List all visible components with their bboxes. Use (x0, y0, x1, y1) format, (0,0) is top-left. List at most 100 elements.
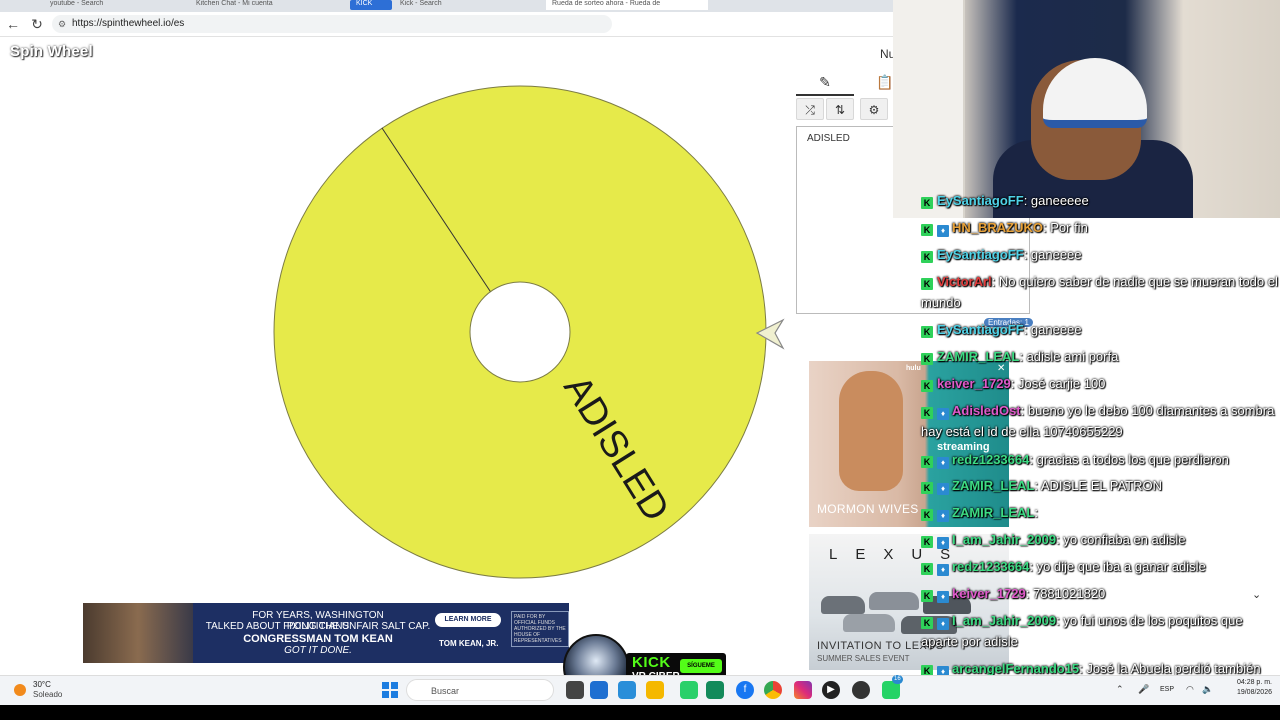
back-icon[interactable]: ← (4, 15, 22, 33)
spin-wheel[interactable]: ADISLED (270, 80, 770, 585)
instagram-icon[interactable] (794, 681, 812, 699)
wheel-pointer (755, 318, 785, 350)
chat-text: : ganeeeee (1023, 193, 1089, 208)
volume-icon[interactable]: 🔈 (1202, 684, 1213, 695)
chat-message: K ♦ ZAMIR_LEAL: ADISLE EL PATRON (921, 475, 1280, 496)
ad-photo (839, 371, 903, 491)
kick-badge-icon: K (921, 590, 933, 602)
folder-icon[interactable] (646, 681, 664, 699)
chat-username[interactable]: keiver_1729 (937, 376, 1011, 391)
ad-subheadline: SUMMER SALES EVENT (817, 654, 910, 663)
taskbar-search[interactable]: Buscar (406, 679, 554, 701)
input-language[interactable]: ESP (1160, 686, 1174, 693)
chat-username[interactable]: arcangelFernando15 (952, 661, 1079, 676)
kick-badge-icon: K (921, 509, 933, 521)
banner-line: GOT IT DONE. (284, 645, 352, 656)
sort-button[interactable]: ⇅ (826, 98, 854, 120)
kick-badge-icon: K (921, 251, 933, 263)
facebook-icon[interactable]: f (736, 681, 754, 699)
chat-message: K ♦ keiver_1729: 7881021820 (921, 583, 1280, 604)
kick-badge-icon: K (921, 278, 933, 290)
wheel-center[interactable] (469, 281, 571, 383)
chat-username[interactable]: keiver_1729 (952, 586, 1026, 601)
chat-username[interactable]: I_am_Jahir_2009 (952, 613, 1056, 628)
clock-time[interactable]: 04:28 p. m. (1226, 679, 1272, 686)
microphone-icon[interactable]: 🎤 (1138, 684, 1149, 695)
chat-username[interactable]: EySantiagoFF (937, 322, 1024, 337)
app-icon[interactable] (566, 681, 584, 699)
obs-icon[interactable] (852, 681, 870, 699)
chat-text: : yo confiaba en adisle (1056, 532, 1186, 547)
chat-username[interactable]: I_am_Jahir_2009 (952, 532, 1056, 547)
learn-more-button[interactable]: LEARN MORE (435, 613, 501, 627)
chat-text: : (1034, 505, 1038, 520)
banner-ad[interactable]: FOR YEARS, WASHINGTON POLITICIANS TALKED… (83, 603, 569, 663)
kick-badge-icon: K (921, 224, 933, 236)
editor-tabs: ✎ 📋 (796, 70, 896, 96)
site-info-icon[interactable]: ⚙ (58, 15, 66, 33)
chat-username[interactable]: redz1233664 (952, 452, 1029, 467)
chat-text: : Por fin (1043, 220, 1088, 235)
chat-message: K EySantiagoFF: ganeeeee (921, 190, 1280, 211)
chat-username[interactable]: EySantiagoFF (937, 193, 1024, 208)
kick-badge-icon: K (921, 536, 933, 548)
chat-username[interactable]: HN_BRAZUKO (952, 220, 1043, 235)
chrome-icon[interactable] (764, 681, 782, 699)
edge-icon[interactable] (618, 681, 636, 699)
chat-username[interactable]: ZAMIR_LEAL (937, 349, 1019, 364)
chevron-down-icon[interactable]: ⌄ (1252, 588, 1261, 601)
kick-badge-icon: K (921, 353, 933, 365)
banner-disclaimer: PAID FOR BY OFFICIAL FUNDS AUTHORIZED BY… (511, 611, 569, 647)
kick-badge-icon: K (921, 407, 933, 419)
reload-icon[interactable]: ↻ (28, 15, 46, 33)
tab-entries[interactable]: ✎ (796, 70, 854, 96)
screen-border (0, 705, 1280, 720)
chat-text: : yo dije que iba a ganar adisle (1029, 559, 1206, 574)
kick-badge-icon: K (921, 456, 933, 468)
chat-username[interactable]: ZAMIR_LEAL (952, 505, 1034, 520)
chat-username[interactable]: EySantiagoFF (937, 247, 1024, 262)
clock-date[interactable]: 19/08/2026 (1226, 689, 1272, 696)
banner-brand: TOM KEAN, JR. (439, 639, 499, 648)
app-icon[interactable] (706, 681, 724, 699)
browser-tab[interactable]: KICK (350, 0, 392, 10)
chat-message: Kkeiver_1729: José carjie 100 (921, 373, 1280, 394)
chat-username[interactable]: redz1233664 (952, 559, 1029, 574)
windows-start-icon[interactable] (382, 682, 398, 698)
wifi-icon[interactable]: ◠ (1186, 684, 1194, 695)
whatsapp-icon[interactable]: 16 (882, 675, 903, 699)
car-image (843, 614, 895, 632)
chat-message: K ♦ AdisledOst: bueno yo le debo 100 diama… (921, 400, 1280, 442)
notification-badge: 16 (892, 675, 903, 684)
shuffle-button[interactable]: ⤮ (796, 98, 824, 120)
chat-username[interactable]: AdisledOst (952, 403, 1021, 418)
chat-username[interactable]: ZAMIR_LEAL (952, 478, 1034, 493)
browser-tab[interactable]: youtube - Search (44, 0, 186, 10)
app-icon[interactable] (680, 681, 698, 699)
chat-message: K ♦ I_am_Jahir_2009: yo fui unos de los po… (921, 610, 1280, 652)
chat-message: K ♦ ZAMIR_LEAL: (921, 502, 1280, 523)
site-logo[interactable]: Spin Wheel (10, 43, 93, 60)
chevron-up-icon[interactable]: ⌃ (1116, 684, 1124, 695)
chat-message: K EySantiagoFF: ganeeee (921, 244, 1280, 265)
browser-tab[interactable]: Kick - Search (394, 0, 546, 10)
sun-icon[interactable] (14, 684, 26, 696)
hulu-logo: hulu (906, 365, 921, 372)
browser-tab-active[interactable]: Rueda de sorteo ahora - Rueda de (546, 0, 708, 10)
url-text: https://spinthewheel.io/es (72, 18, 185, 29)
chat-username[interactable]: VictorArl (937, 274, 992, 289)
address-bar[interactable]: ⚙ https://spinthewheel.io/es (52, 15, 612, 33)
chat-message: K ♦ redz1233664: yo dije que iba a ganar a… (921, 556, 1280, 577)
chat-text: : 7881021820 (1025, 586, 1106, 601)
chat-message: K ♦ I_am_Jahir_2009: yo confiaba en adisle (921, 529, 1280, 550)
kick-badge-icon: K (921, 482, 933, 494)
chat-message: K ♦ redz1233664: gracias a todos los que p… (921, 449, 1280, 470)
browser-tab[interactable]: Kitchen Chat - Mi cuenta (190, 0, 342, 10)
car-image (821, 596, 865, 614)
app-icon[interactable] (590, 681, 608, 699)
kick-badge-icon: K (921, 617, 933, 629)
chat-message: K EySantiagoFF: ganeeee (921, 319, 1280, 340)
media-icon[interactable]: ▶ (822, 681, 840, 699)
settings-button[interactable]: ⚙ (860, 98, 888, 120)
pencil-icon: ✎ (819, 74, 831, 90)
